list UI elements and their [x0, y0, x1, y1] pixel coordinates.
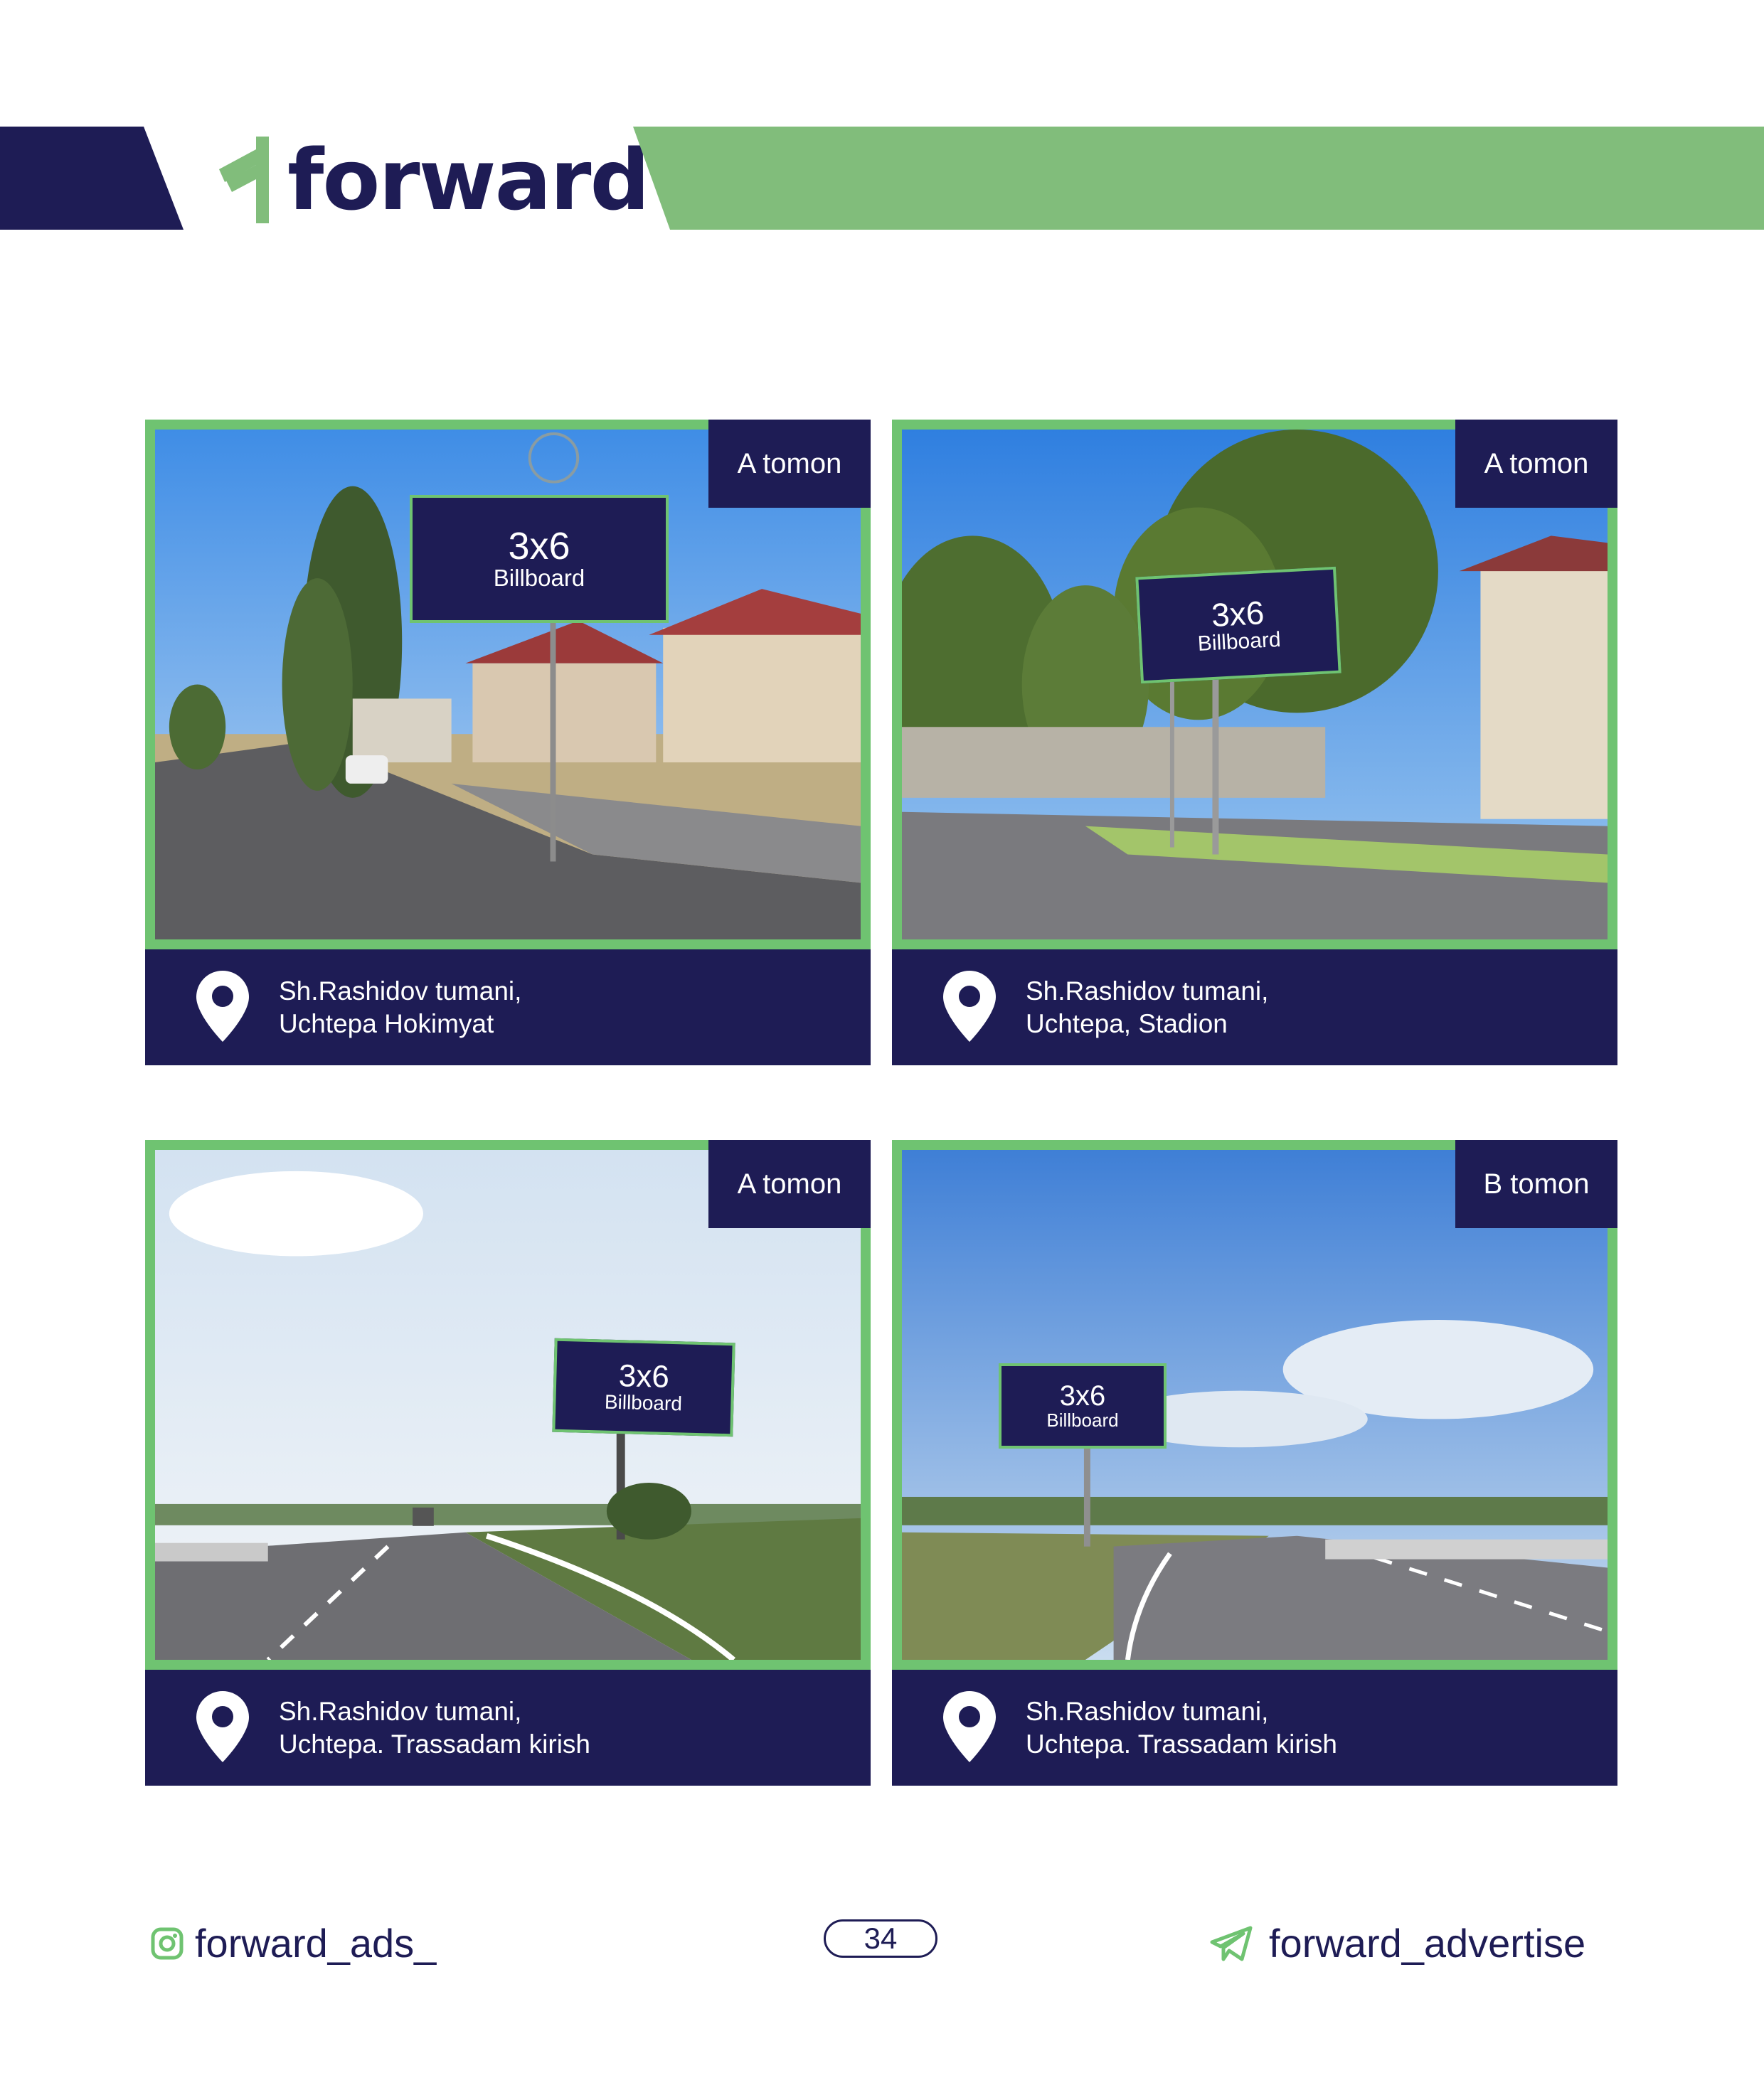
- location-card-3[interactable]: 3x6 Billboard A tomon Sh.Rashidov tumani…: [145, 1140, 871, 1786]
- brand-logo: forward: [219, 131, 650, 229]
- billboard-sign: 3x6 Billboard: [1135, 566, 1341, 684]
- location-address: Sh.Rashidov tumani, Uchtepa. Trassadam k…: [279, 1695, 590, 1761]
- billboard-sign: 3x6 Billboard: [410, 495, 669, 623]
- instagram-handle: forward_ads_: [195, 1921, 437, 1966]
- address-line-place: Uchtepa. Trassadam kirish: [1026, 1729, 1338, 1759]
- location-address: Sh.Rashidov tumani, Uchtepa. Trassadam k…: [1026, 1695, 1337, 1761]
- location-address: Sh.Rashidov tumani, Uchtepa, Stadion: [1026, 975, 1268, 1040]
- billboard-size: 3x6: [1059, 1380, 1106, 1412]
- address-line-district: Sh.Rashidov tumani,: [279, 976, 522, 1006]
- location-pin-icon: [943, 971, 996, 1042]
- billboard-sign: 3x6 Billboard: [999, 1363, 1167, 1449]
- instagram-icon: [151, 1927, 184, 1959]
- header-right-band: [633, 127, 1764, 230]
- billboard-size: 3x6: [508, 524, 570, 567]
- forward-logo-icon: [219, 137, 269, 223]
- instagram-link[interactable]: forward_ads_: [151, 1920, 436, 1966]
- telegram-link[interactable]: forward_advertise: [1209, 1920, 1585, 1966]
- location-address: Sh.Rashidov tumani, Uchtepa Hokimyat: [279, 975, 521, 1040]
- page-number: 34: [824, 1919, 937, 1958]
- location-card-4[interactable]: 3x6 Billboard B tomon Sh.Rashidov tumani…: [892, 1140, 1617, 1786]
- header-left-band: [0, 127, 184, 230]
- location-card-2[interactable]: 3x6 Billboard A tomon Sh.Rashidov tumani…: [892, 420, 1617, 1065]
- location-caption: Sh.Rashidov tumani, Uchtepa. Trassadam k…: [145, 1670, 871, 1786]
- telegram-icon: [1210, 1926, 1253, 1961]
- billboard-type: Billboard: [1046, 1409, 1119, 1431]
- address-line-district: Sh.Rashidov tumani,: [1026, 1697, 1269, 1726]
- brand-name: forward: [287, 131, 650, 229]
- side-tag: B tomon: [1455, 1140, 1617, 1228]
- side-tag: A tomon: [708, 1140, 871, 1228]
- address-line-place: Uchtepa, Stadion: [1026, 1009, 1228, 1038]
- address-line-district: Sh.Rashidov tumani,: [279, 1697, 522, 1726]
- location-caption: Sh.Rashidov tumani, Uchtepa, Stadion: [892, 949, 1617, 1065]
- billboard-size: 3x6: [618, 1358, 670, 1395]
- billboard-type: Billboard: [493, 564, 585, 591]
- location-caption: Sh.Rashidov tumani, Uchtepa. Trassadam k…: [892, 1670, 1617, 1786]
- billboard-type: Billboard: [604, 1390, 683, 1415]
- address-line-place: Uchtepa. Trassadam kirish: [279, 1729, 591, 1759]
- telegram-handle: forward_advertise: [1269, 1921, 1586, 1966]
- billboard-sign: 3x6 Billboard: [552, 1338, 735, 1437]
- location-card-1[interactable]: 3x6 Billboard A tomon Sh.Rashidov tumani…: [145, 420, 871, 1065]
- address-line-district: Sh.Rashidov tumani,: [1026, 976, 1269, 1006]
- address-line-place: Uchtepa Hokimyat: [279, 1009, 494, 1038]
- side-tag: A tomon: [1455, 420, 1617, 508]
- location-caption: Sh.Rashidov tumani, Uchtepa Hokimyat: [145, 949, 871, 1065]
- location-pin-icon: [196, 1691, 249, 1762]
- billboard-size: 3x6: [1210, 593, 1265, 634]
- location-pin-icon: [196, 971, 249, 1042]
- billboard-type: Billboard: [1197, 627, 1282, 656]
- location-pin-icon: [943, 1691, 996, 1762]
- side-tag: A tomon: [708, 420, 871, 508]
